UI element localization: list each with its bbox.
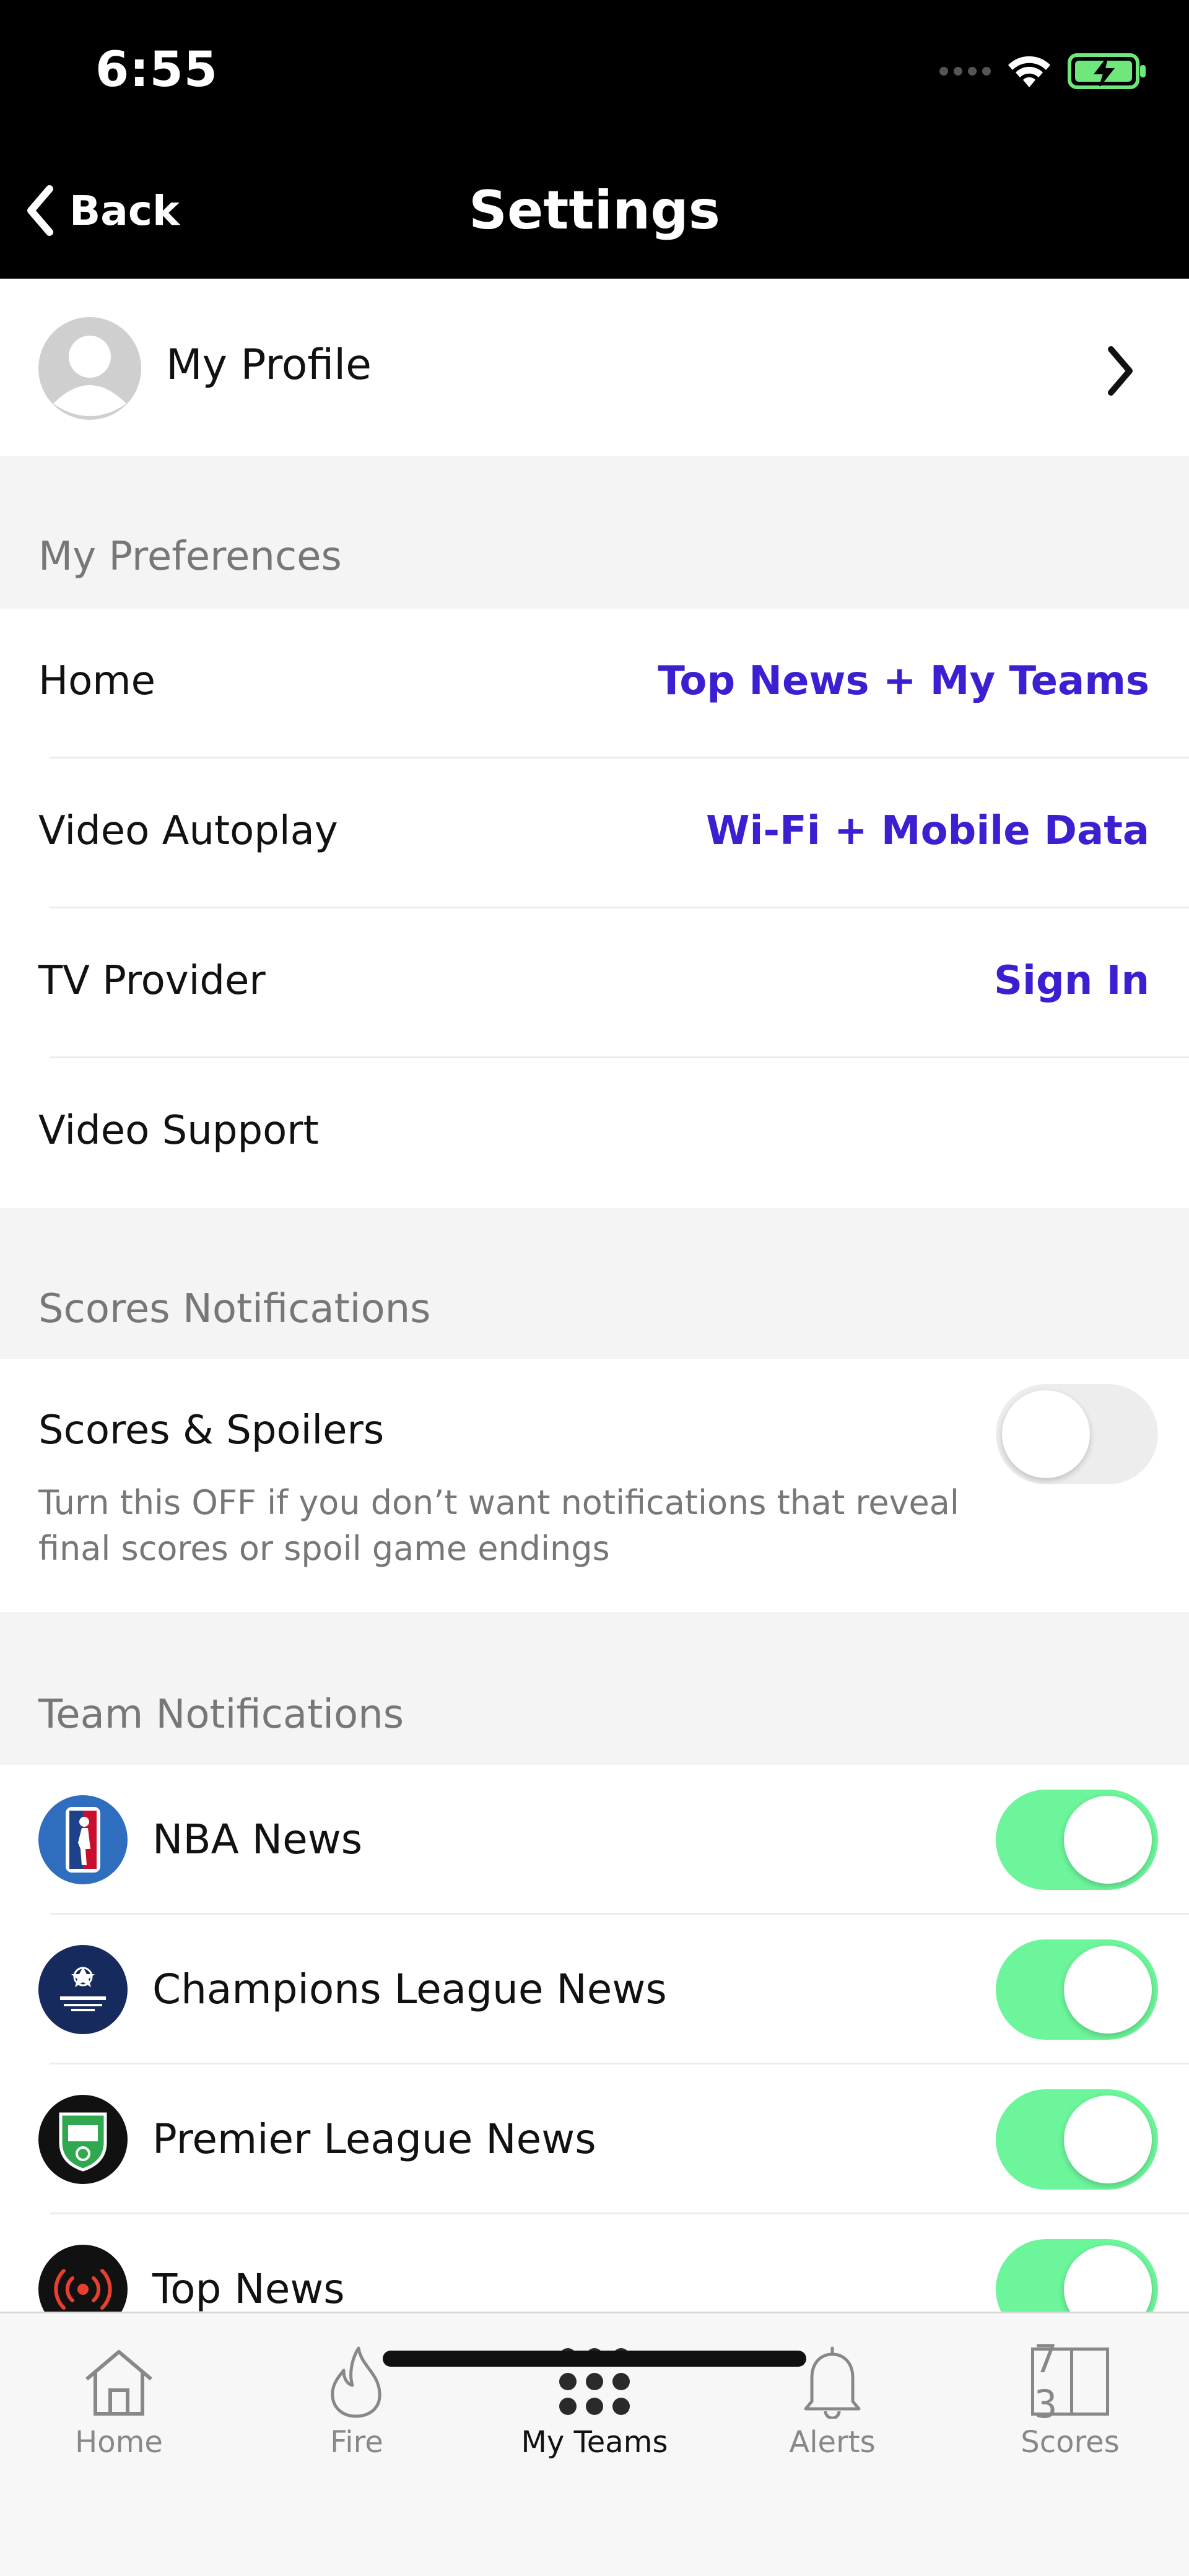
tab-my-teams-label: My Teams [521, 2425, 668, 2460]
tab-scores[interactable]: 7 3 Scores [951, 2313, 1189, 2474]
chevron-right-icon [1108, 346, 1133, 396]
top-news-label: Top News [152, 2265, 345, 2313]
team-notification-row-nba: NBA News [0, 1765, 1189, 1915]
champions-league-news-label: Champions League News [152, 1965, 667, 2013]
scores-spoilers-description-line1: Turn this OFF if you don’t want notifica… [38, 1483, 959, 1522]
video-autoplay-label: Video Autoplay [38, 808, 338, 854]
scores-notifications-header: Scores Notifications [38, 1286, 431, 1332]
tab-alerts[interactable]: Alerts [713, 2313, 951, 2474]
team-notifications-header: Team Notifications [38, 1692, 404, 1738]
page-title: Settings [469, 180, 720, 242]
champions-league-logo-icon [38, 1945, 128, 2034]
cellular-signal-icon [939, 67, 991, 76]
scoreboard-icon: 7 3 [951, 2336, 1189, 2427]
scores-spoilers-row: Scores & Spoilers Turn this OFF if you d… [0, 1359, 1189, 1612]
my-profile-row[interactable]: My Profile [0, 279, 1189, 456]
battery-charging-icon [1068, 53, 1146, 89]
scores-spoilers-label: Scores & Spoilers [38, 1408, 385, 1453]
status-time: 6:55 [95, 42, 219, 98]
tab-home[interactable]: Home [0, 2313, 238, 2474]
team-notification-row-champions-league: Champions League News [0, 1915, 1189, 2065]
home-icon [0, 2338, 238, 2425]
toggle-knob [1064, 1946, 1152, 2034]
video-support-label: Video Support [38, 1108, 319, 1154]
toggle-knob [1064, 2095, 1152, 2183]
my-profile-label: My Profile [166, 341, 372, 389]
home-preference-value: Top News + My Teams [658, 658, 1149, 704]
tab-alerts-label: Alerts [789, 2425, 876, 2460]
tab-fire-label: Fire [330, 2425, 383, 2460]
team-notification-row-premier-league: Premier League News [0, 2065, 1189, 2214]
tab-scores-label: Scores [1021, 2425, 1120, 2460]
video-autoplay-value: Wi-Fi + Mobile Data [705, 808, 1149, 854]
tv-provider-label: TV Provider [38, 958, 266, 1004]
home-preference-row[interactable]: Home Top News + My Teams [0, 609, 1189, 759]
nba-logo-icon [38, 1795, 128, 1884]
nba-news-label: NBA News [152, 1816, 363, 1863]
home-preference-label: Home [38, 658, 155, 704]
tab-home-label: Home [75, 2425, 163, 2460]
scores-spoilers-toggle[interactable] [996, 1384, 1158, 1484]
premier-league-news-toggle[interactable] [996, 2089, 1158, 2190]
tv-provider-row[interactable]: TV Provider Sign In [0, 908, 1189, 1058]
premier-league-news-label: Premier League News [152, 2115, 596, 2163]
avatar-icon [38, 317, 141, 420]
scores-spoilers-description-line2: final scores or spoil game endings [38, 1529, 610, 1568]
toggle-knob [1002, 1390, 1090, 1478]
wifi-icon [1008, 56, 1050, 87]
status-bar: 6:55 Back Settings [0, 0, 1189, 279]
tab-fire[interactable]: Fire [238, 2313, 476, 2474]
home-indicator [383, 2351, 806, 2367]
video-support-row[interactable]: Video Support [0, 1058, 1189, 1208]
tab-my-teams[interactable]: My Teams [476, 2313, 713, 2474]
status-icons [939, 50, 1148, 93]
navigation-bar: Back Settings [0, 142, 1189, 279]
nba-news-toggle[interactable] [996, 1790, 1158, 1890]
premier-league-logo-icon [38, 2095, 128, 2184]
champions-league-news-toggle[interactable] [996, 1939, 1158, 2040]
toggle-knob [1064, 1796, 1152, 1884]
my-preferences-header: My Preferences [38, 534, 342, 580]
tv-provider-sign-in-link[interactable]: Sign In [994, 958, 1149, 1004]
video-autoplay-row[interactable]: Video Autoplay Wi-Fi + Mobile Data [0, 759, 1189, 908]
